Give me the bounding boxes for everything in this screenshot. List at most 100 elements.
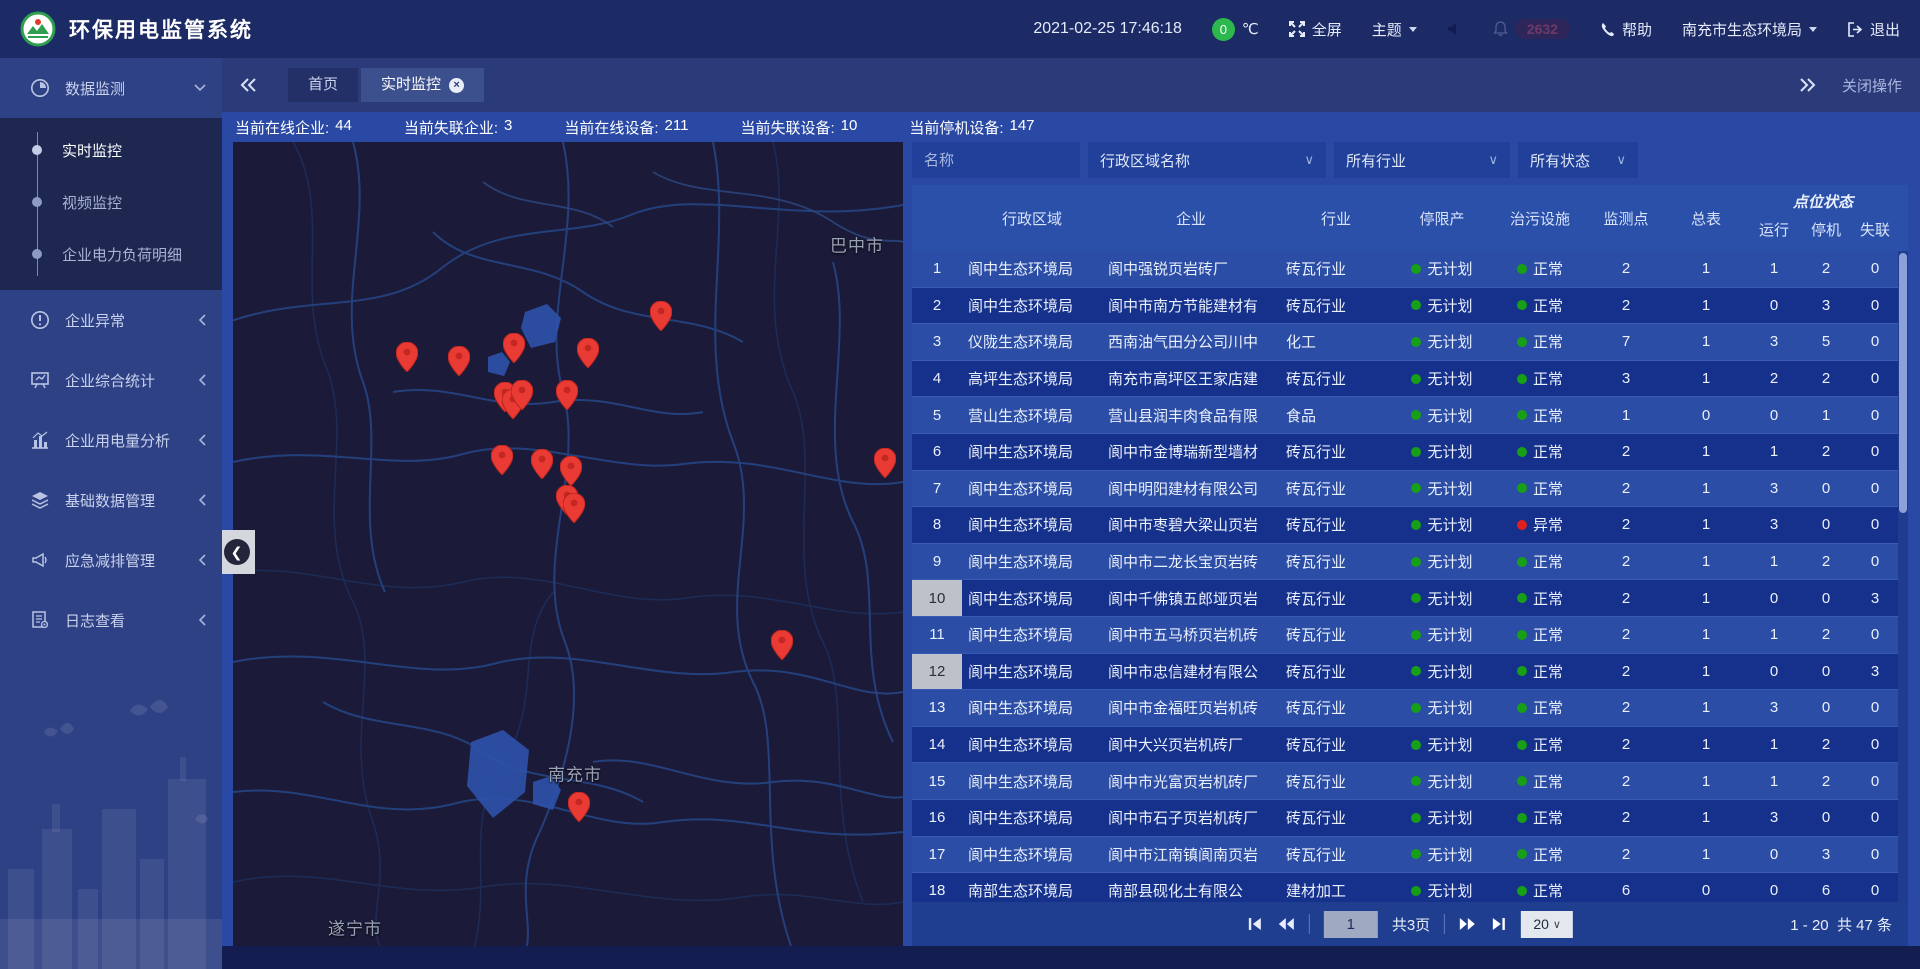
map-pin-marker[interactable] (531, 449, 553, 479)
map-pin-marker[interactable] (491, 445, 513, 475)
table-row[interactable]: 6 阆中生态环境局 阆中市金博瑞新型墙材 砖瓦行业 无计划 (912, 434, 1898, 471)
map-pin-marker[interactable] (577, 338, 599, 368)
tabs-scroll-right-button[interactable] (1800, 78, 1816, 92)
sidebar-item-base-data[interactable]: 基础数据管理 (0, 470, 222, 530)
map-pin-marker[interactable] (511, 380, 533, 410)
tab-home[interactable]: 首页 (288, 68, 358, 102)
tab-realtime-monitor[interactable]: 实时监控 × (361, 68, 484, 102)
help-button[interactable]: 帮助 (1600, 19, 1652, 40)
table-row[interactable]: 11 阆中生态环境局 阆中市五马桥页岩机砖 砖瓦行业 无计划 (912, 617, 1898, 654)
page-size-select[interactable]: 20 ∨ (1521, 911, 1573, 938)
page-number-input[interactable] (1324, 911, 1378, 938)
status-filter-select[interactable]: 所有状态 ∨ (1518, 142, 1638, 178)
sidebar-item-enterprise-stats[interactable]: 企业综合统计 (0, 350, 222, 410)
close-operations-button[interactable]: 关闭操作 (1842, 75, 1902, 96)
bar-chart-icon (30, 430, 50, 450)
status-dot (1411, 374, 1421, 384)
map[interactable]: 巴中市 南充市 遂宁市 (233, 142, 903, 946)
sidebar-item-realtime-monitor[interactable]: 实时监控 (0, 124, 222, 176)
mute-button[interactable] (1447, 22, 1463, 36)
sidebar-item-log-view[interactable]: 日志查看 (0, 590, 222, 650)
map-pin-marker[interactable] (771, 630, 793, 660)
sidebar-item-emergency-reduction[interactable]: 应急减排管理 (0, 530, 222, 590)
map-pin-marker[interactable] (556, 380, 578, 410)
sidebar-item-power-analysis[interactable]: 企业用电量分析 (0, 410, 222, 470)
status-dot (1517, 813, 1527, 823)
map-pin-marker[interactable] (503, 333, 525, 363)
cell-row-number: 12 (912, 654, 962, 690)
cell-meters: 0 (1664, 873, 1748, 902)
cell-points: 2 (1588, 617, 1664, 653)
map-pin-marker[interactable] (396, 342, 418, 372)
name-filter-input[interactable] (912, 142, 1080, 178)
map-pin-marker[interactable] (448, 346, 470, 376)
logout-button[interactable]: 退出 (1847, 19, 1900, 40)
close-icon[interactable]: × (449, 78, 464, 93)
table-scrollbar[interactable] (1898, 251, 1908, 902)
temperature: 0 ℃ (1212, 18, 1259, 41)
cell-offline: 0 (1852, 471, 1898, 507)
enterprise-table-panel: 行政区域名称 ∨ 所有行业 ∨ 所有状态 ∨ 行政区域 企业 (912, 142, 1908, 946)
table-row[interactable]: 9 阆中生态环境局 阆中市二龙长宝页岩砖 砖瓦行业 无计划 (912, 544, 1898, 581)
cell-company: 阆中大兴页岩机砖厂 (1102, 727, 1280, 763)
map-pin-marker[interactable] (560, 456, 582, 486)
table-row[interactable]: 15 阆中生态环境局 阆中市光富页岩机砖厂 砖瓦行业 无计划 (912, 763, 1898, 800)
table-row[interactable]: 13 阆中生态环境局 阆中市金福旺页岩机砖 砖瓦行业 无计划 (912, 690, 1898, 727)
map-pin-marker[interactable] (650, 301, 672, 331)
tabs-scroll-left-button[interactable] (240, 78, 256, 92)
table-row[interactable]: 10 阆中生态环境局 阆中千佛镇五郎垭页岩 砖瓦行业 无计划 (912, 580, 1898, 617)
cell-halt: 2 (1800, 727, 1852, 763)
cell-halt: 2 (1800, 544, 1852, 580)
sidebar-item-video-monitor[interactable]: 视频监控 (0, 176, 222, 228)
fullscreen-button[interactable]: 全屏 (1289, 19, 1342, 40)
status-dot (1517, 300, 1527, 310)
top-header: 环保用电监管系统 2021-02-25 17:46:18 0 ℃ 全屏 主题 2… (0, 0, 1920, 58)
table-row[interactable]: 5 营山生态环境局 营山县润丰肉食品有限 食品 无计划 (912, 397, 1898, 434)
status-text: 正常 (1533, 295, 1563, 316)
table-row[interactable]: 4 高坪生态环境局 南充市高坪区王家店建 砖瓦行业 无计划 (912, 361, 1898, 398)
notification-area[interactable]: 2632 (1493, 19, 1570, 39)
skip-last-icon (1491, 917, 1507, 931)
sidebar-item-data-monitor[interactable]: 数据监测 (0, 58, 222, 118)
map-collapse-button[interactable]: ❮ (218, 530, 255, 574)
sidebar-item-power-load-detail[interactable]: 企业电力负荷明细 (0, 228, 222, 280)
cell-region: 阆中生态环境局 (962, 544, 1102, 580)
table-row[interactable]: 16 阆中生态环境局 阆中市石子页岩机砖厂 砖瓦行业 无计划 (912, 800, 1898, 837)
status-dot (1411, 630, 1421, 640)
chevron-down-icon: ∨ (1304, 152, 1314, 168)
cell-halt: 0 (1800, 654, 1852, 690)
map-pin-marker[interactable] (568, 792, 590, 822)
cell-offline: 0 (1852, 251, 1898, 287)
region-filter-select[interactable]: 行政区域名称 ∨ (1088, 142, 1326, 178)
last-page-button[interactable] (1491, 917, 1507, 931)
table-row[interactable]: 17 阆中生态环境局 阆中市江南镇阆南页岩 砖瓦行业 无计划 (912, 837, 1898, 874)
cell-row-number: 13 (912, 690, 962, 726)
map-pin-marker[interactable] (563, 493, 585, 523)
sidebar-item-enterprise-abnormal[interactable]: 企业异常 (0, 290, 222, 350)
table-row[interactable]: 7 阆中生态环境局 阆中明阳建材有限公司 砖瓦行业 无计划 (912, 471, 1898, 508)
cell-industry: 砖瓦行业 (1280, 507, 1392, 543)
table-row[interactable]: 14 阆中生态环境局 阆中大兴页岩机砖厂 砖瓦行业 无计划 (912, 727, 1898, 764)
col-region: 行政区域 (962, 185, 1102, 251)
status-dot (1517, 593, 1527, 603)
first-page-button[interactable] (1247, 917, 1263, 931)
table-row[interactable]: 18 南部生态环境局 南部县砚化土有限公 建材加工 无计划 (912, 873, 1898, 902)
status-dot (1411, 410, 1421, 420)
prev-page-button[interactable] (1277, 917, 1295, 931)
table-row[interactable]: 12 阆中生态环境局 阆中市忠信建材有限公 砖瓦行业 无计划 (912, 654, 1898, 691)
cell-company: 阆中市金福旺页岩机砖 (1102, 690, 1280, 726)
theme-menu[interactable]: 主题 (1372, 19, 1417, 40)
map-roads (233, 142, 903, 946)
table-row[interactable]: 1 阆中生态环境局 阆中强锐页岩砖厂 砖瓦行业 无计划 (912, 251, 1898, 288)
double-chevron-right-icon (1800, 78, 1816, 92)
table-row[interactable]: 2 阆中生态环境局 阆中市南方节能建材有 砖瓦行业 无计划 (912, 288, 1898, 325)
city-skyline-decoration (0, 699, 222, 969)
user-menu[interactable]: 南充市生态环境局 (1682, 19, 1817, 40)
table-row[interactable]: 8 阆中生态环境局 阆中市枣碧大梁山页岩 砖瓦行业 无计划 (912, 507, 1898, 544)
col-stop-limit: 停限产 (1392, 185, 1492, 251)
map-pin-marker[interactable] (874, 448, 896, 478)
next-page-button[interactable] (1459, 917, 1477, 931)
table-row[interactable]: 3 仪陇生态环境局 西南油气田分公司川中 化工 无计划 (912, 324, 1898, 361)
industry-filter-select[interactable]: 所有行业 ∨ (1334, 142, 1510, 178)
scrollbar-thumb[interactable] (1899, 253, 1907, 513)
